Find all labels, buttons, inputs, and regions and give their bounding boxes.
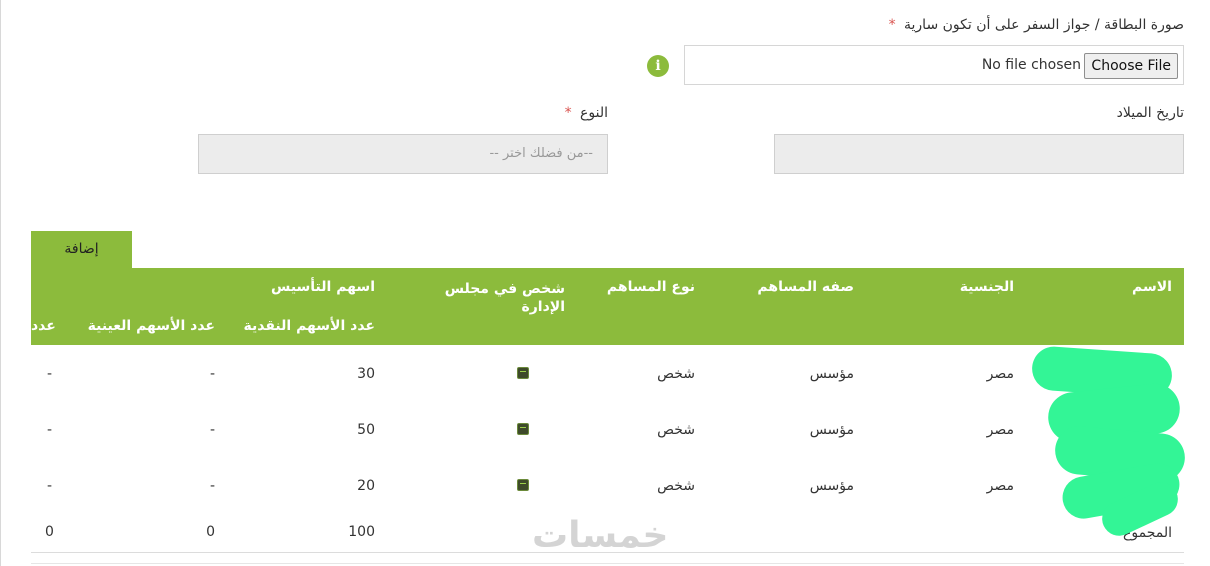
watermark-logo: خمسات [532, 515, 669, 556]
row3-cash-shares: 20 [357, 478, 375, 494]
row1-nationality: مصر [986, 366, 1014, 382]
id-file-input[interactable]: Choose File No file chosen [684, 45, 1184, 85]
shareholders-table: الاسم الجنسية صفه المساهم نوع المساهم شخ… [31, 268, 1184, 553]
file-status-text: No file chosen [981, 57, 1081, 73]
choose-file-button[interactable]: Choose File [1084, 53, 1178, 79]
add-shareholder-button[interactable]: إضافة [31, 231, 132, 268]
header-board-member: شخص في مجلس الإدارة [444, 281, 565, 315]
row3-capacity: مؤسس [809, 478, 854, 494]
total-inkind-shares: 0 [206, 524, 215, 540]
gender-label: النوع * [565, 105, 608, 121]
footer-divider [31, 563, 1184, 564]
row3-nationality: مصر [986, 478, 1014, 494]
required-asterisk: * [888, 17, 896, 33]
row2-nationality: مصر [986, 422, 1014, 438]
header-shareholder-type: نوع المساهم [606, 279, 695, 295]
id-upload-label-text: صورة البطاقة / جواز السفر على أن تكون سا… [904, 17, 1184, 33]
row2-board-checkbox[interactable] [517, 423, 529, 435]
header-nationality: الجنسية [959, 279, 1014, 295]
row2-inkind-shares: - [209, 422, 215, 438]
row1-inkind-shares: - [209, 366, 215, 382]
gender-select[interactable]: --من فضلك اختر -- [198, 134, 608, 174]
required-asterisk: * [564, 105, 572, 121]
row1-board-checkbox[interactable] [517, 367, 529, 379]
total-last: 0 [45, 524, 54, 540]
gender-label-text: النوع [580, 105, 608, 121]
row3-type: شخص [657, 478, 695, 494]
birth-date-label: تاريخ الميلاد [1116, 105, 1184, 121]
header-name: الاسم [1132, 279, 1172, 295]
header-inkind-shares: عدد الأسهم العينية [87, 318, 215, 334]
header-cash-shares: عدد الأسهم النقدية [243, 318, 375, 334]
row3-board-checkbox[interactable] [517, 479, 529, 491]
row3-last: - [47, 478, 53, 494]
id-upload-label: صورة البطاقة / جواز السفر على أن تكون سا… [889, 17, 1184, 33]
row2-last: - [47, 422, 53, 438]
total-cash-shares: 100 [348, 524, 375, 540]
birth-date-field[interactable] [774, 134, 1184, 174]
row3-inkind-shares: - [209, 478, 215, 494]
header-shareholder-capacity: صفه المساهم [757, 279, 854, 295]
row1-type: شخص [657, 366, 695, 382]
header-founding-shares: اسهم التأسيس [271, 279, 375, 295]
row2-cash-shares: 50 [357, 422, 375, 438]
table-header: الاسم الجنسية صفه المساهم نوع المساهم شخ… [31, 268, 1184, 345]
page-border [0, 0, 1, 566]
header-truncated: عدد [31, 318, 56, 334]
row1-capacity: مؤسس [809, 366, 854, 382]
row2-type: شخص [657, 422, 695, 438]
row2-capacity: مؤسس [809, 422, 854, 438]
row1-cash-shares: 30 [357, 366, 375, 382]
info-icon[interactable]: i [647, 55, 669, 77]
row1-last: - [47, 366, 53, 382]
gender-select-placeholder: --من فضلك اختر -- [489, 146, 593, 161]
